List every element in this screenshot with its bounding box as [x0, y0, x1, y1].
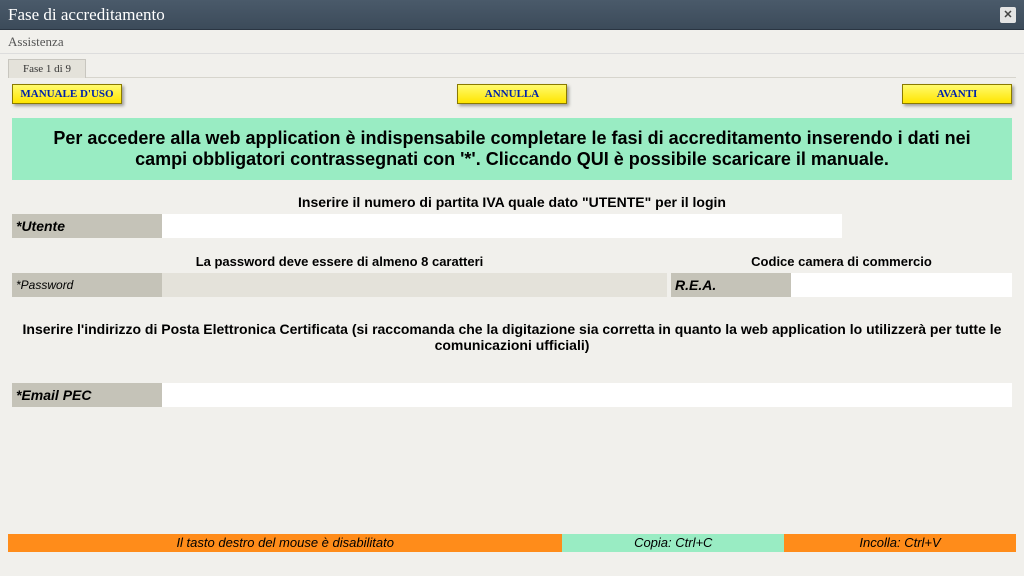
rea-input[interactable] [791, 273, 1012, 297]
next-button[interactable]: AVANTI [902, 84, 1012, 104]
manual-button[interactable]: MANUALE D'USO [12, 84, 122, 104]
utente-input[interactable] [162, 214, 842, 238]
footer-bar: Il tasto destro del mouse è disabilitato… [8, 534, 1016, 552]
intro-box: Per accedere alla web application è indi… [12, 118, 1012, 180]
email-pec-input[interactable] [162, 383, 1012, 407]
close-icon[interactable]: ✕ [1000, 7, 1016, 23]
password-input[interactable] [162, 273, 667, 297]
step-tab[interactable]: Fase 1 di 9 [8, 59, 86, 78]
utente-label: *Utente [12, 214, 162, 238]
utente-instructions: Inserire il numero di partita IVA quale … [8, 194, 1016, 210]
email-pec-label: *Email PEC [12, 383, 162, 407]
cancel-button[interactable]: ANNULLA [457, 84, 567, 104]
footer-rclick: Il tasto destro del mouse è disabilitato [8, 534, 562, 552]
pec-instructions: Inserire l'indirizzo di Posta Elettronic… [12, 321, 1012, 353]
password-instructions: La password deve essere di almeno 8 cara… [12, 254, 667, 269]
window-title: Fase di accreditamento [8, 0, 165, 30]
window-titlebar: Fase di accreditamento ✕ [0, 0, 1024, 30]
rea-label: R.E.A. [671, 273, 791, 297]
menu-assistenza[interactable]: Assistenza [8, 34, 64, 49]
rea-instructions: Codice camera di commercio [671, 254, 1012, 269]
password-label: *Password [12, 273, 162, 297]
footer-copy: Copia: Ctrl+C [562, 534, 784, 552]
footer-paste: Incolla: Ctrl+V [784, 534, 1016, 552]
menubar: Assistenza [0, 30, 1024, 54]
